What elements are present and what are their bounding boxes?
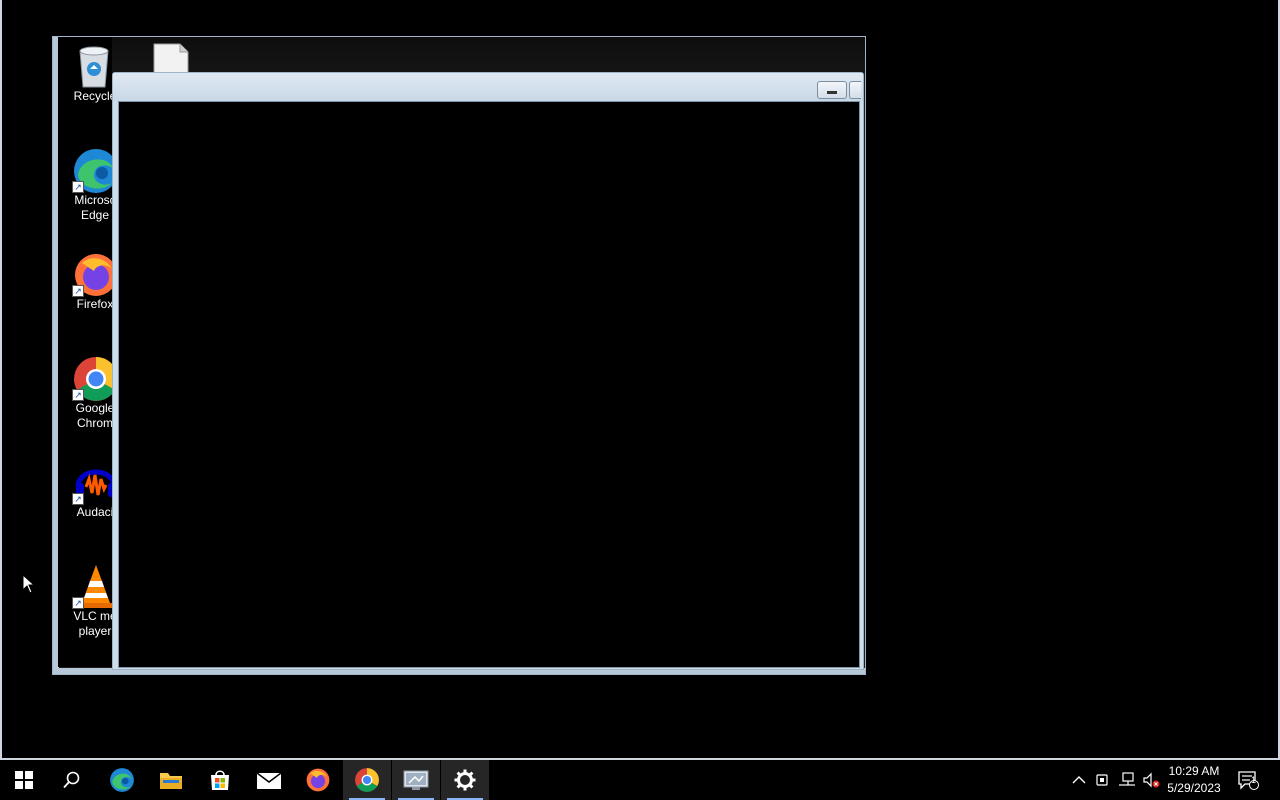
inner-window[interactable] [112, 72, 864, 670]
frame-inner-bottom [2, 752, 1278, 758]
remote-viewer-icon [403, 770, 429, 790]
desktop-icon-recycle-bin[interactable]: Recycle [58, 43, 112, 104]
taskbar-remote-viewer[interactable] [392, 760, 440, 800]
desktop-icon-audacity[interactable]: ↗ Audaci [58, 459, 112, 520]
desktop-icon-vlc[interactable]: ↗ VLC me player [58, 563, 112, 639]
shortcut-arrow-icon: ↗ [72, 493, 84, 505]
tray-volume-muted-icon[interactable] [1140, 760, 1162, 800]
minimize-button[interactable] [817, 81, 847, 99]
desktop-screen: Recycle ↗ Microsc Edge [0, 0, 1280, 800]
inner-window-titlebar[interactable] [113, 73, 863, 101]
audacity-icon: ↗ [72, 459, 112, 505]
document-file-icon[interactable] [152, 42, 190, 75]
firefox-icon [306, 768, 330, 792]
store-icon [211, 770, 229, 790]
search-button[interactable] [48, 760, 96, 800]
mouse-cursor-icon [22, 573, 36, 594]
clock-date: 5/29/2023 [1167, 781, 1221, 795]
desktop-icon-label-line2: player [78, 624, 112, 638]
recycle-bin-icon [72, 43, 112, 88]
folder-icon [160, 773, 182, 789]
shortcut-arrow-icon: ↗ [72, 389, 84, 401]
windows-logo-icon [15, 771, 33, 789]
action-center-button[interactable]: 1 [1234, 760, 1262, 800]
desktop-icon-label: Audaci [76, 505, 112, 519]
taskbar-chrome[interactable] [343, 760, 391, 800]
desktop-icon-firefox[interactable]: ↗ Firefox [58, 251, 112, 312]
tray-meet-icon[interactable] [1093, 760, 1113, 800]
chrome-icon [355, 768, 379, 792]
shortcut-arrow-icon: ↗ [72, 181, 84, 193]
desktop-icon-label: Firefox [76, 297, 112, 311]
shortcut-arrow-icon: ↗ [72, 285, 84, 297]
desktop-icon-label-line2: Chrom [76, 416, 112, 430]
taskbar-mail[interactable] [245, 760, 293, 800]
taskbar-edge[interactable] [98, 760, 146, 800]
firefox-icon: ↗ [72, 251, 112, 297]
desktop-icon-label-line2: Edge [80, 208, 110, 222]
desktop-icon-label-line1: Microsc [74, 193, 112, 207]
tray-network-icon[interactable] [1116, 760, 1138, 800]
taskbar-store[interactable] [196, 760, 244, 800]
frame-inner-left [2, 0, 8, 758]
notification-count-badge: 1 [1251, 775, 1257, 785]
search-icon [63, 771, 80, 789]
edge-icon: ↗ [72, 147, 112, 193]
mail-icon [256, 772, 282, 789]
taskbar-firefox[interactable] [294, 760, 342, 800]
tray-chevron-up-icon[interactable] [1068, 760, 1090, 800]
desktop-icon-edge[interactable]: ↗ Microsc Edge [58, 147, 112, 223]
taskbar-file-explorer[interactable] [147, 760, 195, 800]
desktop-icon-label-line1: VLC me [73, 609, 112, 623]
shortcut-arrow-icon: ↗ [72, 597, 84, 609]
inner-window-content[interactable] [118, 101, 860, 668]
gear-icon [454, 769, 476, 791]
taskbar-settings[interactable] [441, 760, 489, 800]
desktop-icon-label-line1: Google [75, 401, 112, 415]
frame-inner-right [1272, 0, 1278, 758]
maximize-button[interactable] [849, 81, 861, 99]
start-button[interactable] [0, 760, 48, 800]
desktop-icon-chrome[interactable]: ↗ Google Chrom [58, 355, 112, 431]
clock-time: 10:29 AM [1168, 764, 1220, 778]
desktop-icon-area: Recycle ↗ Microsc Edge [58, 37, 112, 667]
desktop-icon-label: Recycle [73, 89, 112, 103]
edge-icon [110, 768, 134, 792]
taskbar-clock[interactable]: 10:29 AM 5/29/2023 [1160, 763, 1228, 797]
vlc-icon: ↗ [72, 563, 112, 609]
chrome-icon: ↗ [72, 355, 112, 401]
